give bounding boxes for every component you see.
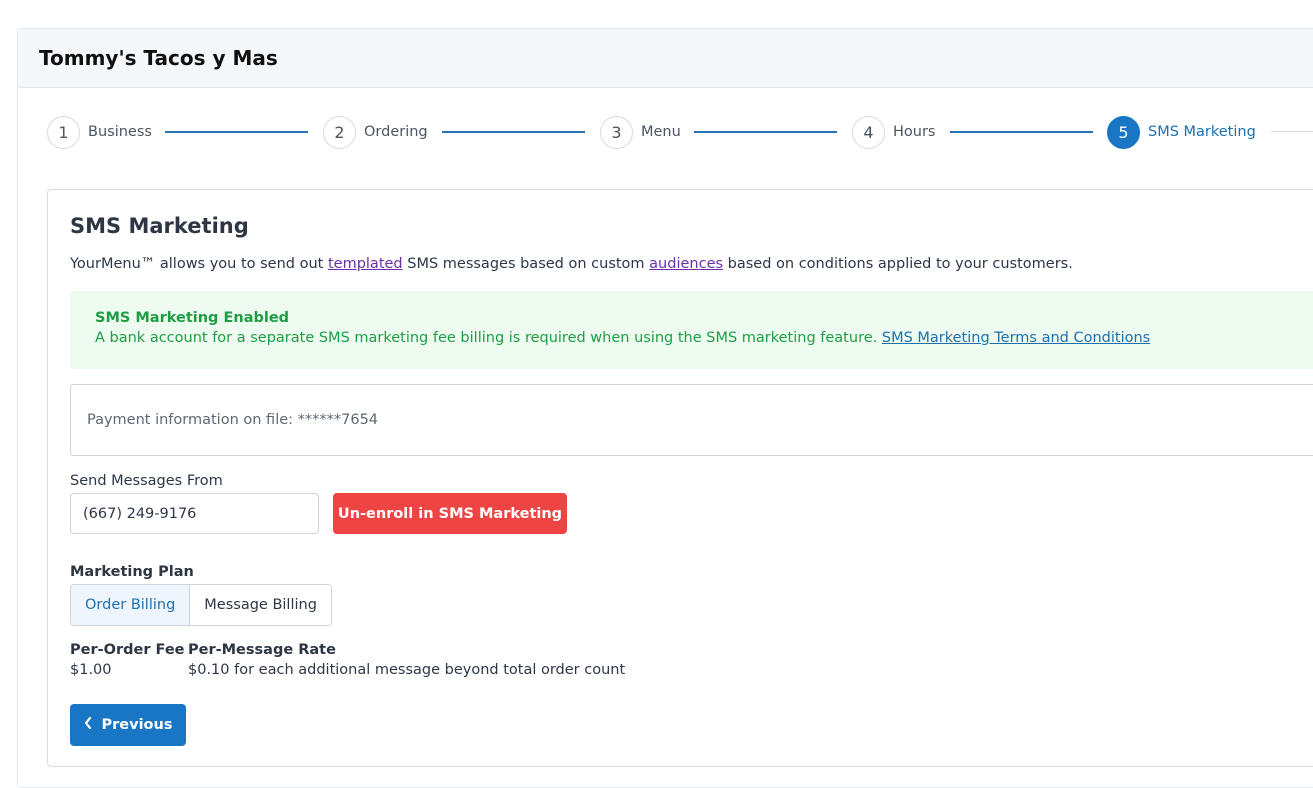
sms-enabled-alert: SMS Marketing Enabled A bank account for… xyxy=(70,291,1313,369)
payment-info-text: Payment information on file: ******7654 xyxy=(87,412,379,428)
business-title: Tommy's Tacos y Mas xyxy=(39,46,278,70)
order-billing-option[interactable]: Order Billing xyxy=(71,585,190,625)
step-connector xyxy=(165,131,308,133)
desc-text: SMS messages based on custom xyxy=(402,256,650,272)
unenroll-button[interactable]: Un-enroll in SMS Marketing xyxy=(333,493,567,534)
step-business[interactable]: 1 Business xyxy=(47,115,152,149)
step-number: 3 xyxy=(600,115,633,149)
step-number: 5 xyxy=(1107,115,1140,149)
step-label: Menu xyxy=(641,124,681,140)
step-connector xyxy=(950,131,1093,133)
setup-stepper: 1 Business 2 Ordering 3 Menu 4 Hours 5 S… xyxy=(47,115,1313,149)
step-label: SMS Marketing xyxy=(1148,124,1256,140)
step-label: Ordering xyxy=(364,124,428,140)
desc-text: YourMenu™ allows you to send out xyxy=(70,256,328,272)
per-message-rate-value: $0.10 for each additional message beyond… xyxy=(188,662,626,678)
per-order-fee: Per-Order Fee $1.00 xyxy=(70,642,185,678)
payment-info-box: Payment information on file: ******7654 xyxy=(70,384,1313,456)
chevron-left-icon xyxy=(84,716,92,733)
marketing-plan-label: Marketing Plan xyxy=(70,564,194,580)
step-label: Hours xyxy=(893,124,936,140)
step-number: 4 xyxy=(852,115,885,149)
per-order-fee-value: $1.00 xyxy=(70,662,112,678)
audiences-link[interactable]: audiences xyxy=(649,256,723,272)
per-message-rate: Per-Message Rate $0.10 for each addition… xyxy=(188,642,625,678)
per-order-fee-label: Per-Order Fee xyxy=(70,642,185,658)
desc-text: based on conditions applied to your cust… xyxy=(723,256,1073,272)
message-billing-option[interactable]: Message Billing xyxy=(189,585,331,625)
previous-button[interactable]: Previous xyxy=(70,704,186,746)
step-connector xyxy=(442,131,585,133)
alert-message: A bank account for a separate SMS market… xyxy=(95,330,882,346)
terms-link[interactable]: SMS Marketing Terms and Conditions xyxy=(882,330,1150,346)
step-connector xyxy=(1271,131,1313,132)
templated-link[interactable]: templated xyxy=(328,256,403,272)
marketing-plan-toggle: Order Billing Message Billing xyxy=(70,584,332,626)
sms-marketing-card: SMS Marketing YourMenu™ allows you to se… xyxy=(47,189,1313,767)
send-from-label: Send Messages From xyxy=(70,473,223,489)
card-description: YourMenu™ allows you to send out templat… xyxy=(70,256,1073,272)
card-title: SMS Marketing xyxy=(70,214,249,238)
previous-label: Previous xyxy=(101,717,173,733)
step-hours[interactable]: 4 Hours xyxy=(852,115,935,149)
step-label: Business xyxy=(88,124,152,140)
step-ordering[interactable]: 2 Ordering xyxy=(323,115,428,149)
app-frame: Tommy's Tacos y Mas 1 Business 2 Orderin… xyxy=(17,28,1313,788)
page-header: Tommy's Tacos y Mas xyxy=(18,29,1313,88)
per-message-rate-label: Per-Message Rate xyxy=(188,642,336,658)
step-menu[interactable]: 3 Menu xyxy=(600,115,681,149)
alert-text: A bank account for a separate SMS market… xyxy=(95,330,1313,346)
step-connector xyxy=(694,131,837,133)
send-from-phone-input[interactable] xyxy=(70,493,319,534)
step-number: 2 xyxy=(323,115,356,149)
alert-title: SMS Marketing Enabled xyxy=(95,310,290,326)
step-number: 1 xyxy=(47,115,80,149)
step-sms-marketing[interactable]: 5 SMS Marketing xyxy=(1107,115,1256,149)
